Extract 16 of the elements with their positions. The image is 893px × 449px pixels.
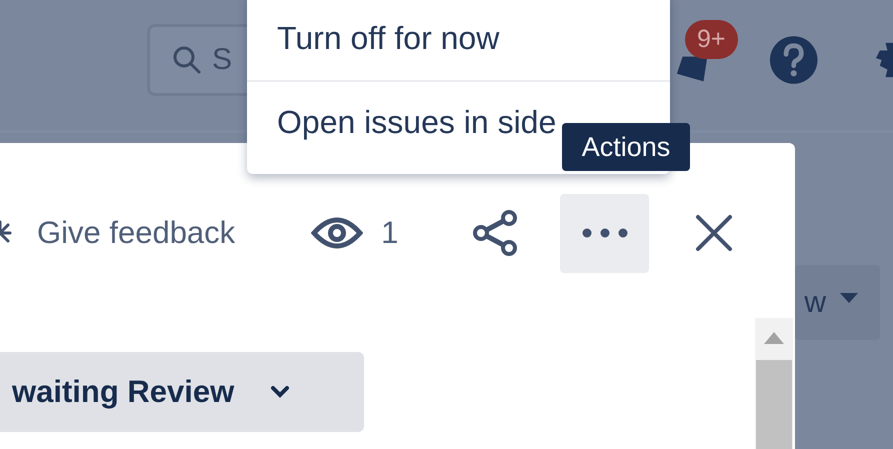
more-icon — [582, 228, 628, 238]
scrollbar[interactable] — [755, 318, 793, 449]
search-icon — [172, 45, 202, 75]
give-feedback-link[interactable]: Give feedback — [37, 215, 236, 251]
close-icon[interactable] — [695, 214, 734, 252]
scroll-thumb[interactable] — [756, 360, 792, 449]
tooltip: Actions — [562, 123, 690, 171]
notification-badge: 9+ — [685, 20, 738, 59]
share-icon[interactable] — [471, 209, 520, 257]
status-dropdown[interactable]: waiting Review — [0, 352, 364, 432]
caret-icon — [840, 292, 858, 302]
help-icon[interactable] — [769, 34, 819, 86]
chevron-icon — [270, 386, 290, 398]
watcher-count: 1 — [381, 215, 398, 251]
actions-button[interactable] — [560, 194, 650, 272]
scroll-up-icon — [764, 332, 784, 344]
